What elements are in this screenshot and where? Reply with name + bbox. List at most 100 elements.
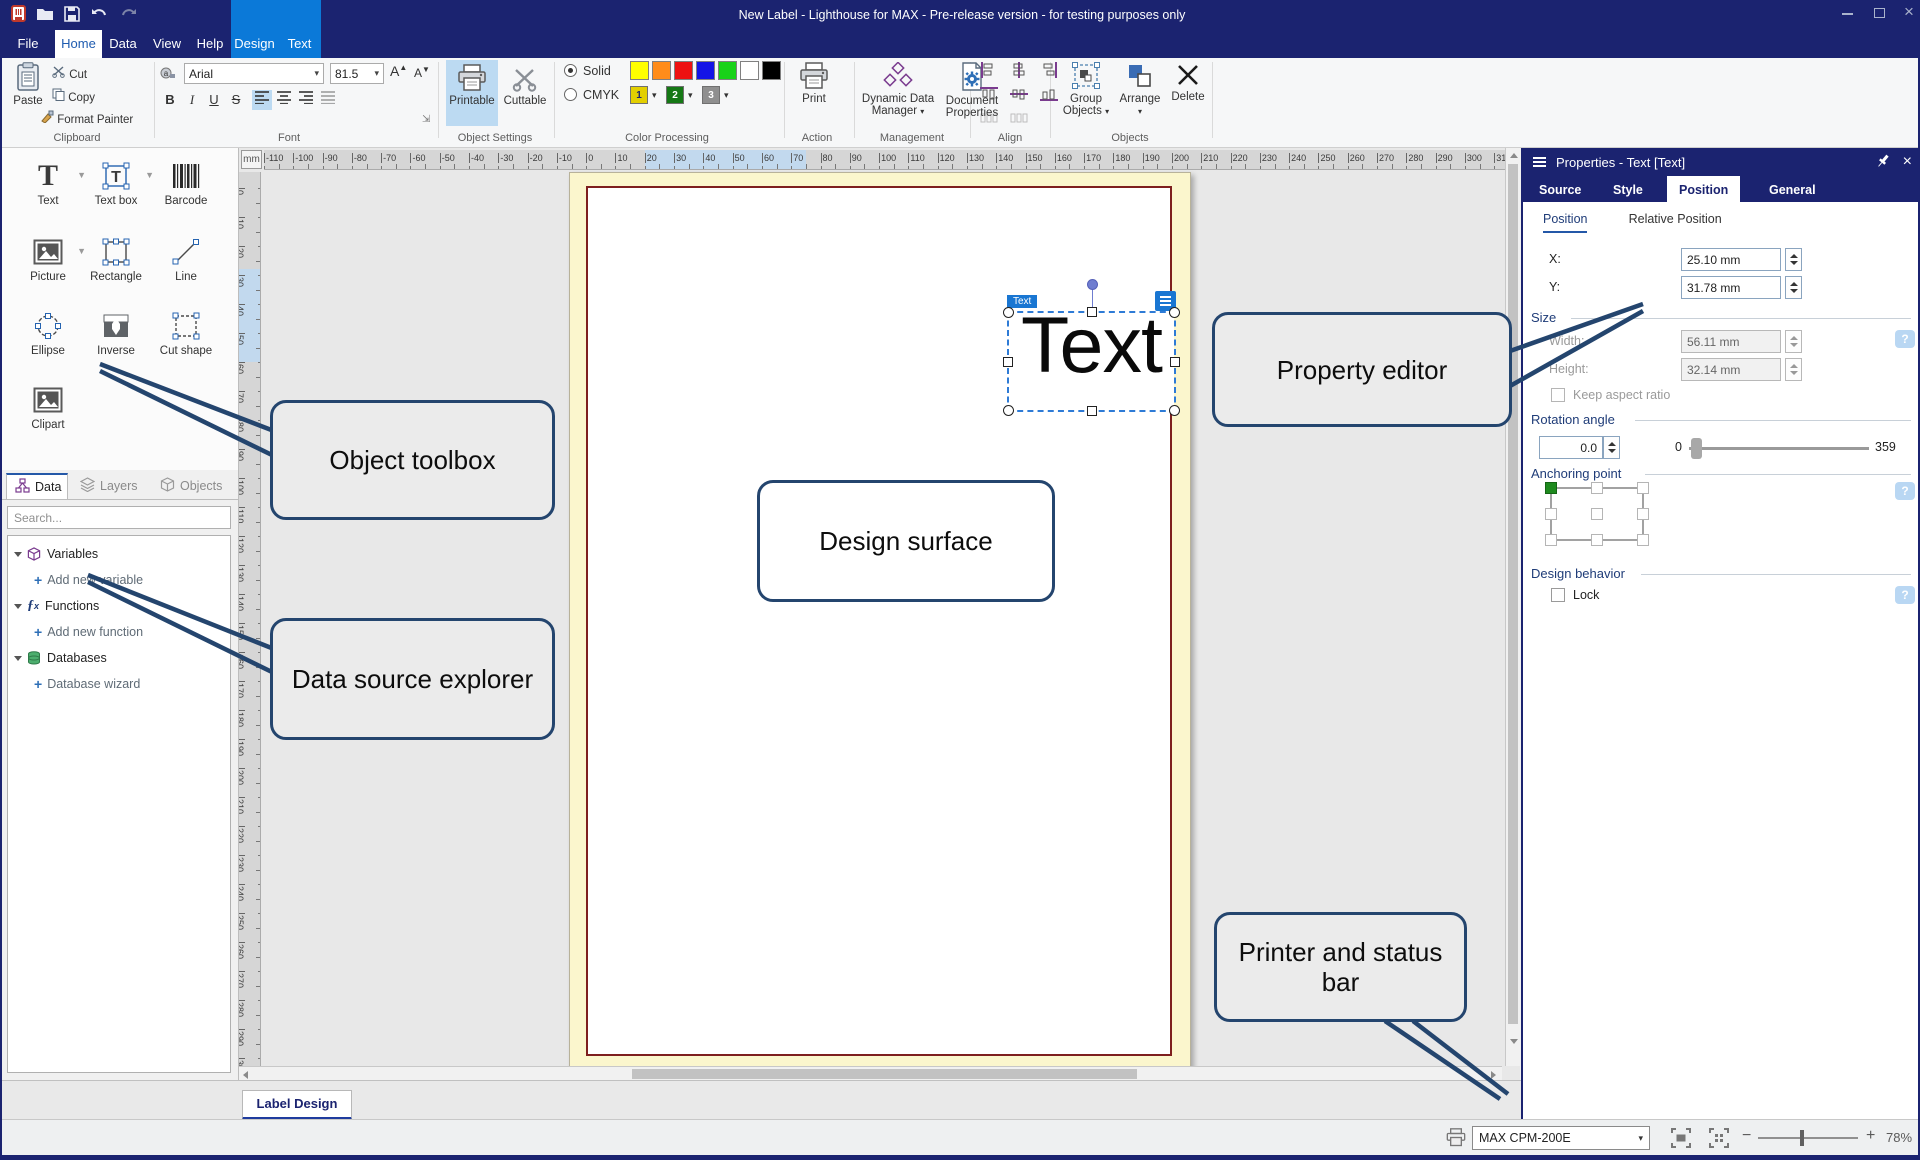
zoom-fit-page-icon[interactable] (1708, 1127, 1730, 1154)
tree-action-database-wizard[interactable]: +Database wizard (8, 672, 230, 696)
label-design-tab[interactable]: Label Design (242, 1090, 352, 1120)
tab-text[interactable]: Text (278, 30, 321, 58)
tab-view[interactable]: View (150, 30, 184, 58)
color-swatch[interactable] (696, 61, 715, 80)
distribute-vertical-icon[interactable] (1010, 110, 1028, 131)
color-swatch[interactable] (652, 61, 671, 80)
dynamic-data-manager-button[interactable]: Dynamic Data Manager ▾ (860, 62, 936, 117)
tab-file[interactable]: File (10, 30, 46, 58)
printer-select-combo[interactable]: MAX CPM-200E▾ (1472, 1126, 1650, 1150)
anchor-point-0-0[interactable] (1545, 482, 1557, 494)
toolbox-item-inverse[interactable]: Inverse (84, 310, 148, 358)
align-text-right-button[interactable] (296, 90, 316, 110)
scroll-right-arrow[interactable] (1491, 1071, 1496, 1079)
spot-color-caret-icon[interactable]: ▾ (652, 90, 657, 101)
horizontal-scrollbar[interactable] (239, 1066, 1502, 1080)
distribute-horizontal-icon[interactable] (980, 110, 998, 131)
solid-radio[interactable] (564, 64, 577, 77)
properties-tab-general[interactable]: General (1757, 176, 1828, 204)
color-swatch[interactable] (674, 61, 693, 80)
toolbox-item-cut-shape[interactable]: Cut shape (154, 310, 218, 358)
justify-text-button[interactable] (318, 90, 338, 110)
y-spinner[interactable] (1785, 276, 1802, 299)
hscroll-thumb[interactable] (632, 1069, 1137, 1079)
color-swatch[interactable] (718, 61, 737, 80)
resize-handle-e[interactable] (1170, 357, 1180, 367)
align-left-icon[interactable] (980, 62, 998, 83)
subtab-position[interactable]: Position (1543, 212, 1587, 233)
anchor-point-0-1[interactable] (1591, 482, 1603, 494)
format-painter-button[interactable]: Format Painter (40, 110, 133, 126)
zoom-in-button[interactable]: + (1866, 1127, 1875, 1145)
grow-font-button[interactable]: A▲ (390, 63, 407, 79)
dropdown-caret-icon[interactable]: ▼ (145, 170, 154, 180)
tab-home[interactable]: Home (55, 30, 102, 58)
scroll-left-arrow[interactable] (243, 1071, 248, 1079)
tab-help[interactable]: Help (194, 30, 226, 58)
tab-design[interactable]: Design (231, 30, 278, 58)
help-icon[interactable]: ? (1895, 330, 1915, 348)
zoom-fit-selection-icon[interactable] (1670, 1127, 1692, 1154)
rotation-spinner[interactable] (1603, 436, 1620, 459)
vertical-scrollbar[interactable] (1505, 148, 1520, 1066)
lock-checkbox[interactable] (1551, 588, 1565, 602)
align-center-icon[interactable] (1010, 62, 1028, 83)
shrink-font-button[interactable]: A▼ (414, 65, 430, 80)
zoom-slider-thumb[interactable] (1800, 1130, 1804, 1146)
maximize-button[interactable] (1874, 8, 1885, 18)
minimize-button[interactable] (1842, 13, 1853, 15)
spot-color-caret-icon[interactable]: ▾ (724, 90, 729, 101)
properties-tab-source[interactable]: Source (1527, 176, 1593, 204)
printable-toggle[interactable]: Printable (446, 60, 498, 126)
underline-button[interactable]: U (204, 90, 224, 110)
color-swatch[interactable] (762, 61, 781, 80)
properties-tab-position[interactable]: Position (1667, 176, 1740, 204)
x-spinner[interactable] (1785, 248, 1802, 271)
help-icon[interactable]: ? (1895, 586, 1915, 604)
toolbox-item-clipart[interactable]: Clipart (16, 384, 80, 432)
align-top-icon[interactable] (980, 86, 998, 107)
toolbox-item-text-box[interactable]: TText box▼ (84, 160, 148, 208)
width-input[interactable]: 56.11 mm (1681, 330, 1781, 353)
close-panel-icon[interactable]: × (1903, 153, 1912, 171)
anchor-point-1-2[interactable] (1637, 508, 1649, 520)
color-swatch[interactable] (630, 61, 649, 80)
x-input[interactable]: 25.10 mm (1681, 248, 1781, 271)
anchor-point-0-2[interactable] (1637, 482, 1649, 494)
design-surface[interactable]: Text Text (586, 186, 1172, 1056)
align-right-icon[interactable] (1040, 62, 1058, 83)
resize-handle-ne[interactable] (1169, 307, 1180, 318)
toolbox-item-line[interactable]: Line (154, 236, 218, 284)
anchor-point-1-0[interactable] (1545, 508, 1557, 520)
subtab-relative-position[interactable]: Relative Position (1629, 212, 1722, 231)
height-input[interactable]: 32.14 mm (1681, 358, 1781, 381)
rotation-slider-track[interactable] (1689, 447, 1869, 450)
delete-button[interactable]: Delete (1166, 62, 1210, 103)
cut-button[interactable]: Cut (52, 66, 87, 81)
zoom-slider-track[interactable] (1758, 1137, 1858, 1139)
cmyk-radio[interactable] (564, 88, 577, 101)
keep-aspect-checkbox[interactable] (1551, 388, 1565, 402)
properties-tab-style[interactable]: Style (1601, 176, 1655, 204)
panel-tab-layers[interactable]: Layers (72, 473, 148, 499)
toolbox-item-barcode[interactable]: Barcode (154, 160, 218, 208)
align-text-center-button[interactable] (274, 90, 294, 110)
width-spinner[interactable] (1785, 330, 1802, 353)
resize-handle-n[interactable] (1087, 307, 1097, 317)
paste-button[interactable]: Paste (8, 62, 48, 107)
resize-handle-se[interactable] (1169, 405, 1180, 416)
group-objects-button[interactable]: Group Objects ▾ (1058, 62, 1114, 117)
font-settings-icon[interactable]: a (160, 66, 176, 85)
anchor-point-2-1[interactable] (1591, 534, 1603, 546)
expander-icon[interactable] (14, 552, 22, 557)
tree-action-add-new-variable[interactable]: +Add new variable (8, 568, 230, 592)
rotation-handle[interactable] (1087, 279, 1098, 290)
font-name-combo[interactable]: Arial▾ (184, 63, 324, 84)
help-icon[interactable]: ? (1895, 482, 1915, 500)
tree-group-variables[interactable]: Variables (8, 542, 230, 566)
strikethrough-button[interactable]: S (226, 90, 246, 110)
expander-icon[interactable] (14, 604, 22, 609)
align-middle-icon[interactable] (1010, 86, 1028, 107)
rotation-input[interactable]: 0.0 (1539, 436, 1603, 459)
toolbox-item-ellipse[interactable]: Ellipse (16, 310, 80, 358)
